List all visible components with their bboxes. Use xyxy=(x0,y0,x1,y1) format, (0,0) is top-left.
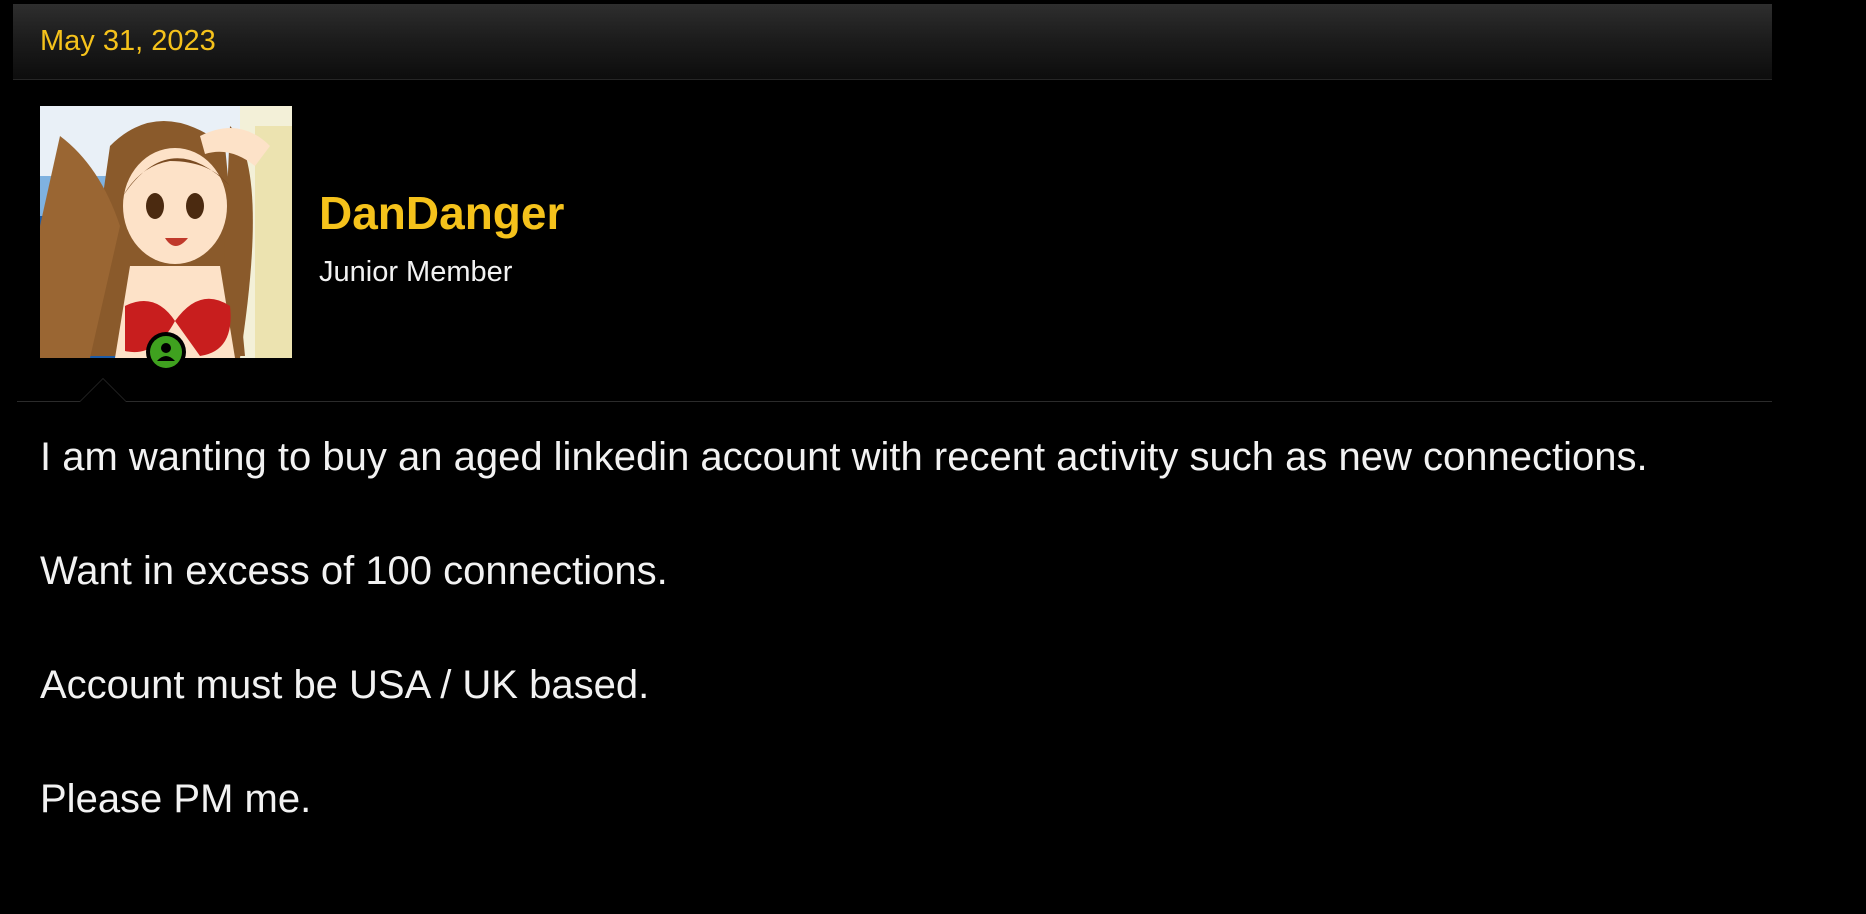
arrow-up-icon xyxy=(79,378,127,402)
post-body: I am wanting to buy an aged linkedin acc… xyxy=(40,437,1648,893)
post-date-link[interactable]: May 31, 2023 xyxy=(40,27,216,56)
avatar-image xyxy=(40,106,292,358)
user-title: Junior Member xyxy=(319,256,513,288)
forum-post: May 31, 2023 DanDanger Junior Member I a… xyxy=(13,4,1772,914)
post-header: May 31, 2023 xyxy=(13,4,1772,80)
post-paragraph: Want in excess of 100 connections. xyxy=(40,549,668,593)
user-block: DanDanger Junior Member xyxy=(13,80,1772,402)
post-paragraph: I am wanting to buy an aged linkedin acc… xyxy=(40,435,1648,479)
avatar[interactable] xyxy=(40,106,292,358)
divider xyxy=(17,401,1772,402)
post-paragraph: Account must be USA / UK based. xyxy=(40,663,650,707)
post-paragraph: Please PM me. xyxy=(40,777,312,821)
username-link[interactable]: DanDanger xyxy=(319,190,564,236)
user-online-icon xyxy=(146,332,186,372)
